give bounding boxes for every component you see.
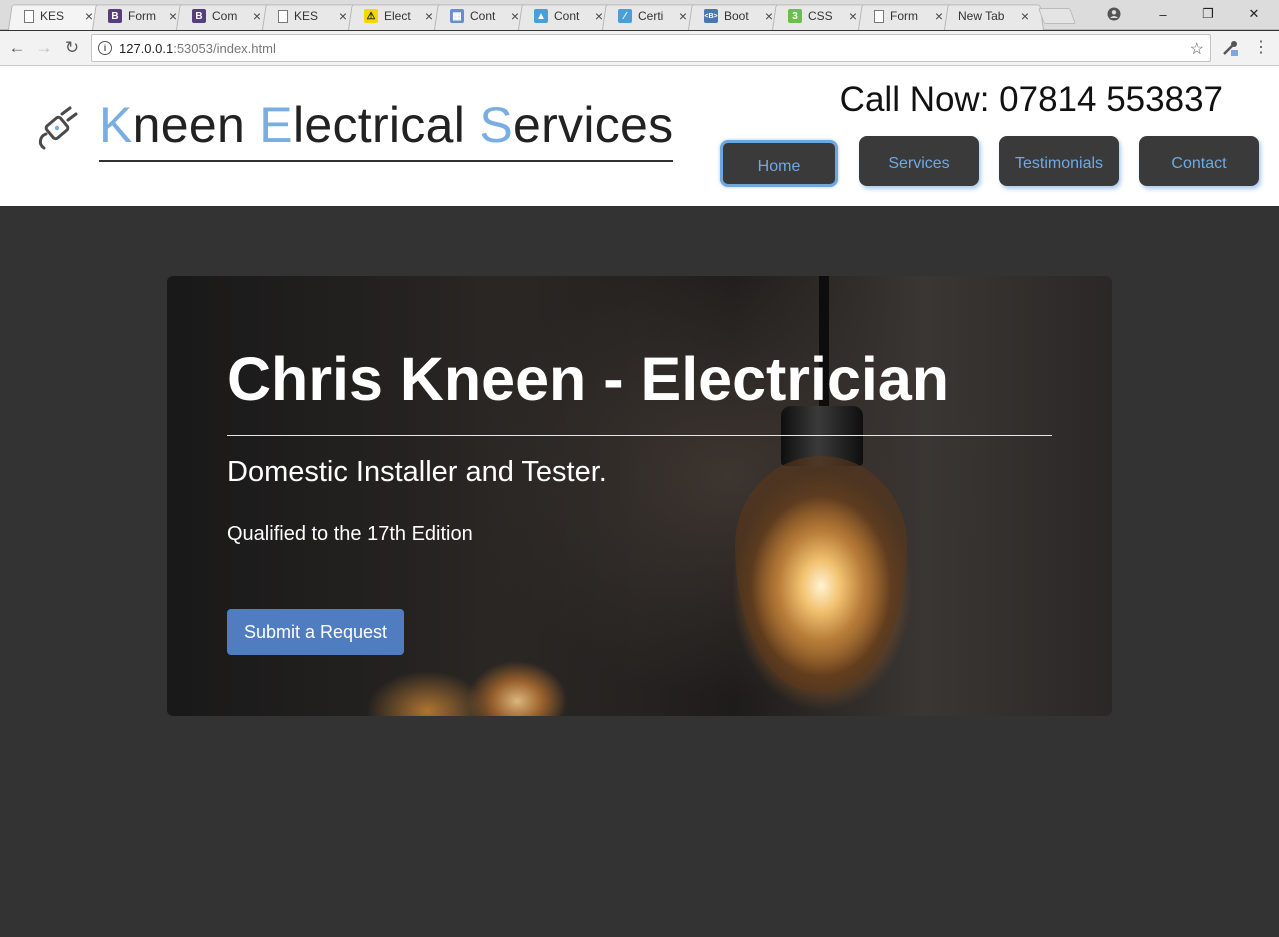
bootstrap-icon: B — [108, 9, 122, 23]
browser-tab[interactable]: New Tab × — [944, 2, 1044, 31]
site-title-initial: K — [99, 97, 133, 153]
hero-divider — [227, 435, 1052, 436]
site-title-initial: S — [479, 97, 513, 153]
nav-home[interactable]: Home — [720, 140, 838, 187]
browser-toolbar: ← → ↻ i 127.0.0.1:53053/index.html ☆ ⋮ — [0, 31, 1279, 66]
close-icon[interactable]: × — [1018, 7, 1032, 25]
page-icon — [874, 9, 884, 23]
nav-testimonials[interactable]: Testimonials — [999, 136, 1119, 186]
page-icon — [278, 9, 288, 23]
reload-icon[interactable]: ↻ — [61, 37, 83, 59]
restore-button[interactable]: ❐ — [1186, 0, 1230, 28]
address-bar[interactable]: i 127.0.0.1:53053/index.html ☆ — [91, 34, 1211, 62]
site-header: Kneen Electrical Services Call Now: 0781… — [0, 66, 1279, 206]
browser-tab[interactable]: Form × — [858, 2, 958, 31]
nav-services[interactable]: Services — [859, 136, 979, 186]
browser-tab[interactable]: B Com × — [176, 2, 276, 31]
eyedropper-extension-icon[interactable] — [1221, 39, 1239, 57]
hero-title: Chris Kneen - Electrician — [227, 345, 950, 413]
hero-subtitle: Domestic Installer and Tester. — [227, 456, 607, 488]
window-close-button[interactable]: ✕ — [1232, 0, 1276, 28]
browser-tab[interactable]: ⁄ Certi × — [602, 2, 702, 31]
back-arrow-icon[interactable]: ← — [6, 37, 28, 59]
slash-icon: ⁄ — [618, 9, 632, 23]
browser-tab[interactable]: KES × — [262, 2, 362, 31]
boot-icon: <B> — [704, 9, 718, 23]
call-now-phone: Call Now: 07814 553837 — [839, 80, 1223, 119]
minimize-button[interactable]: – — [1141, 0, 1185, 28]
site-title: Kneen Electrical Services — [99, 96, 674, 162]
submit-request-button[interactable]: Submit a Request — [227, 609, 404, 655]
hero-banner: Chris Kneen - Electrician Domestic Insta… — [167, 276, 1112, 716]
profile-icon[interactable] — [1092, 0, 1136, 28]
site-title-word: ervices — [512, 97, 674, 153]
menu-icon[interactable]: ⋮ — [1253, 37, 1269, 59]
bookmark-star-icon[interactable]: ☆ — [1190, 39, 1204, 59]
grid-icon: ▦ — [450, 9, 464, 23]
hero-qualification: Qualified to the 17th Edition — [227, 523, 473, 545]
css3-icon: 3 — [788, 9, 802, 23]
triangle-icon: ▲ — [534, 9, 548, 23]
bootstrap-icon: B — [192, 9, 206, 23]
browser-tab[interactable]: ⚠ Elect × — [348, 2, 448, 31]
site-title-word: neen — [132, 97, 260, 153]
site-title-word: lectrical — [292, 97, 480, 153]
info-icon[interactable]: i — [98, 41, 112, 55]
url-host: 127.0.0.1 — [119, 40, 174, 56]
browser-tab[interactable]: 3 CSS × — [772, 2, 872, 31]
url-path: :53053/index.html — [173, 40, 276, 56]
plug-icon — [38, 106, 78, 150]
site-title-initial: E — [259, 97, 293, 153]
nav-contact[interactable]: Contact — [1139, 136, 1259, 186]
browser-tab-strip: KES × B Form × B Com × KES × ⚠ Elect × ▦… — [0, 0, 1279, 31]
page-icon — [24, 9, 34, 23]
new-tab-button[interactable] — [1038, 8, 1076, 24]
forward-arrow-icon[interactable]: → — [33, 37, 55, 59]
yell-icon: ⚠ — [364, 9, 378, 23]
